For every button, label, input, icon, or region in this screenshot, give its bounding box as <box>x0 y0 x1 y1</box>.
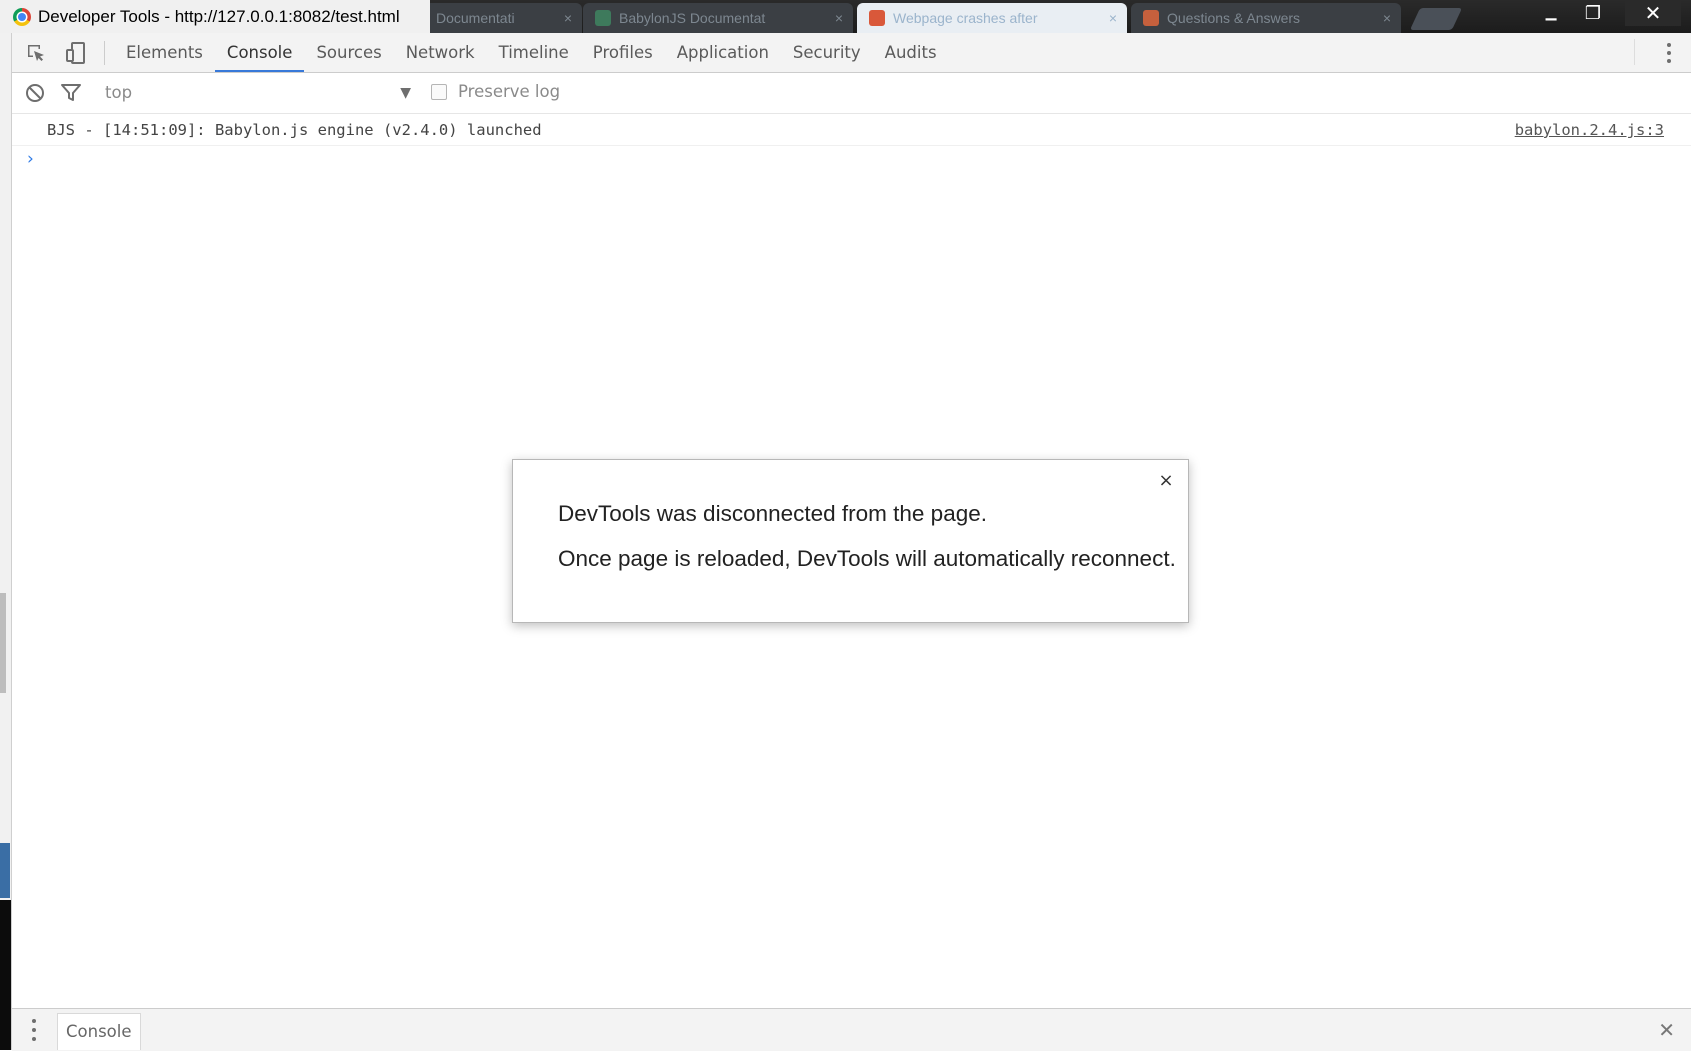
close-icon[interactable]: × <box>564 10 572 26</box>
toolbar-separator <box>104 41 105 65</box>
filter-icon <box>61 84 81 101</box>
tab-profiles[interactable]: Profiles <box>581 33 665 72</box>
tab-security[interactable]: Security <box>781 33 873 72</box>
tab-timeline[interactable]: Timeline <box>487 33 581 72</box>
device-toolbar-icon[interactable] <box>64 41 88 65</box>
tab-console[interactable]: Console <box>214 33 305 72</box>
disconnected-dialog: × DevTools was disconnected from the pag… <box>512 459 1189 623</box>
devtools-drawer: Console ✕ <box>12 1008 1691 1051</box>
window-title: Developer Tools - http://127.0.0.1:8082/… <box>0 0 430 33</box>
execution-context-select[interactable]: top ▼ <box>105 83 411 105</box>
toolbar-separator <box>1634 39 1635 65</box>
drawer-tab-console[interactable]: Console <box>57 1013 141 1050</box>
inspect-element-icon[interactable] <box>24 41 48 65</box>
devtools-toolbar: Elements Console Sources Network Timelin… <box>12 33 1691 73</box>
stackoverflow-favicon-icon <box>869 10 885 26</box>
close-icon[interactable]: × <box>1383 10 1391 26</box>
tab-network[interactable]: Network <box>394 33 487 72</box>
desktop-edge-mark <box>0 843 10 898</box>
browser-tab[interactable]: BabylonJS Documentat × <box>583 3 853 33</box>
tab-sources[interactable]: Sources <box>304 33 393 72</box>
desktop-edge <box>0 33 12 1050</box>
console-message-source-link[interactable]: babylon.2.4.js:3 <box>1515 121 1664 139</box>
console-filter-bar: top ▼ Preserve log <box>12 73 1691 114</box>
close-icon[interactable]: × <box>1109 10 1117 26</box>
browser-tab-label: BabylonJS Documentat <box>619 10 766 26</box>
tab-application[interactable]: Application <box>665 33 781 72</box>
console-message: BJS - [14:51:09]: Babylon.js engine (v2.… <box>12 114 1691 146</box>
preserve-log-checkbox[interactable] <box>431 83 447 100</box>
dialog-message-line1: DevTools was disconnected from the page. <box>558 501 987 526</box>
execution-context-value: top <box>105 83 133 102</box>
preserve-log-label: Preserve log <box>458 82 561 101</box>
browser-tab-label: Documentati <box>436 10 515 26</box>
browser-tab-label: Webpage crashes after <box>893 10 1038 26</box>
chrome-logo-icon <box>13 7 31 26</box>
desktop-edge-mark <box>0 900 11 1050</box>
window-title-bar: Documentati × BabylonJS Documentat × Web… <box>0 0 1691 33</box>
maximize-button[interactable]: ❐ <box>1569 0 1617 26</box>
clear-console-icon[interactable] <box>23 81 47 105</box>
dialog-close-button[interactable]: × <box>1156 470 1176 491</box>
dialog-message-line2: Once page is reloaded, DevTools will aut… <box>558 546 1176 571</box>
panel-tabs: Elements Console Sources Network Timelin… <box>114 33 949 72</box>
drawer-menu-icon[interactable] <box>32 1019 38 1041</box>
filter-icon[interactable] <box>59 81 83 105</box>
new-tab-button[interactable] <box>1409 8 1463 30</box>
babylonjs-favicon-icon <box>595 10 611 26</box>
browser-tab-active[interactable]: Webpage crashes after × <box>857 3 1127 33</box>
drawer-close-button[interactable]: ✕ <box>1658 1018 1675 1042</box>
device-toolbar-icon <box>66 42 85 64</box>
customize-menu-icon[interactable] <box>1661 41 1677 65</box>
close-window-button[interactable]: ✕ <box>1625 0 1681 26</box>
browser-tab-label: Questions & Answers <box>1167 10 1301 26</box>
browser-tab[interactable]: Questions & Answers × <box>1131 3 1401 33</box>
console-prompt-icon[interactable]: › <box>27 149 34 169</box>
clear-console-icon <box>26 84 44 102</box>
minimize-button[interactable]: ▁ <box>1527 0 1575 26</box>
window-title-text: Developer Tools - http://127.0.0.1:8082/… <box>38 6 400 26</box>
close-icon[interactable]: × <box>835 10 843 26</box>
tab-audits[interactable]: Audits <box>873 33 949 72</box>
console-message-text: BJS - [14:51:09]: Babylon.js engine (v2.… <box>47 121 542 139</box>
preserve-log-toggle[interactable]: Preserve log <box>431 82 560 101</box>
desktop-edge-mark <box>0 593 6 693</box>
tab-elements[interactable]: Elements <box>114 33 215 72</box>
inspect-element-icon <box>28 45 44 61</box>
forum-favicon-icon <box>1143 10 1159 26</box>
dropdown-arrow-icon: ▼ <box>400 85 411 101</box>
